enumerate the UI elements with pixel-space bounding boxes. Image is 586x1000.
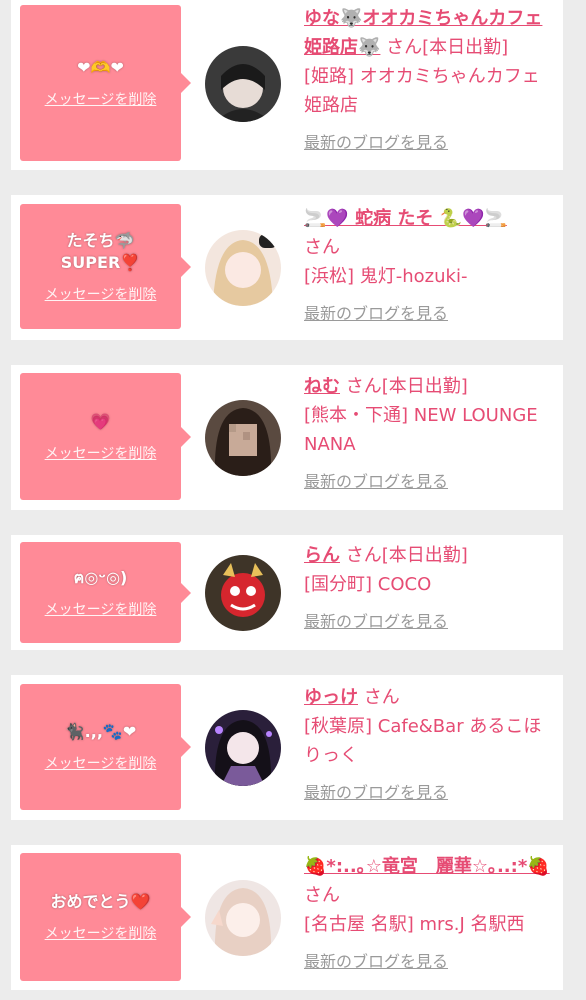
message-text: 🐈‍⬛.,,🐾❤︎	[64, 722, 137, 741]
latest-blog-link[interactable]: 最新のブログを見る	[304, 607, 448, 636]
message-bubble: ❤︎🫶❤︎ メッセージを削除	[20, 5, 191, 161]
avatar[interactable]	[205, 880, 281, 956]
message-card: たそち🦈 SUPER❣️ メッセージを削除 🚬💜 蛇病 たそ 🐍💜🚬 さん [浜…	[11, 195, 563, 340]
avatar[interactable]	[205, 46, 281, 122]
avatar[interactable]	[205, 230, 281, 306]
cast-info: 🚬💜 蛇病 たそ 🐍💜🚬 さん [浜松] 鬼灯-hozuki- 最新のブログを見…	[304, 204, 556, 328]
message-bubble: たそち🦈 SUPER❣️ メッセージを削除	[20, 204, 191, 329]
honorific: さん	[345, 376, 382, 397]
latest-blog-link[interactable]: 最新のブログを見る	[304, 778, 448, 807]
cast-name-link[interactable]: 🚬💜 蛇病 たそ 🐍💜🚬	[304, 208, 507, 229]
honorific: さん	[304, 885, 340, 906]
honorific: さん	[345, 545, 382, 566]
status-text: [本日出勤]	[381, 545, 468, 566]
message-card: 🐈‍⬛.,,🐾❤︎ メッセージを削除 ゆっけ さん [秋葉原] Cafe&Bar…	[11, 675, 563, 820]
shop-name: [浜松] 鬼灯-hozuki-	[304, 266, 468, 287]
honorific: さん	[386, 37, 423, 58]
message-bubble: 💗 メッセージを削除	[20, 373, 191, 500]
cast-info: ゆっけ さん [秋葉原] Cafe&Bar あるこほりっく 最新のブログを見る	[304, 683, 556, 807]
shop-name: [国分町] COCO	[304, 574, 432, 595]
message-bubble: おめでとう❤️ メッセージを削除	[20, 853, 191, 981]
latest-blog-link[interactable]: 最新のブログを見る	[304, 128, 448, 157]
message-bubble: 🐈‍⬛.,,🐾❤︎ メッセージを削除	[20, 684, 191, 810]
message-card: ฅ◎ᵕ◎) メッセージを削除 らん さん[本日出勤] [国分町] COCO 最新…	[11, 535, 563, 650]
latest-blog-link[interactable]: 最新のブログを見る	[304, 299, 448, 328]
shop-name: [姫路] オオカミちゃんカフェ姫路店	[304, 66, 540, 116]
status-text: [本日出勤]	[422, 37, 509, 58]
message-card: おめでとう❤️ メッセージを削除 🍓*:..｡☆竜宮 麗華☆｡..:*🍓 さん …	[11, 845, 563, 990]
message-text: たそち🦈 SUPER❣️	[60, 230, 141, 272]
delete-message-link[interactable]: メッセージを削除	[45, 89, 157, 109]
avatar[interactable]	[205, 710, 281, 786]
honorific: さん	[304, 237, 340, 258]
cast-info: らん さん[本日出勤] [国分町] COCO 最新のブログを見る	[304, 541, 556, 636]
shop-name: [秋葉原] Cafe&Bar あるこほりっく	[304, 716, 542, 766]
delete-message-link[interactable]: メッセージを削除	[45, 753, 157, 773]
message-list: ❤︎🫶❤︎ メッセージを削除 ゆな🐺オオカミちゃんカフェ姫路店🐺 さん[本日出勤…	[0, 0, 586, 1000]
message-text: ฅ◎ᵕ◎)	[73, 567, 128, 587]
message-card: ❤︎🫶❤︎ メッセージを削除 ゆな🐺オオカミちゃんカフェ姫路店🐺 さん[本日出勤…	[11, 0, 563, 170]
cast-name-link[interactable]: らん	[304, 545, 340, 566]
honorific: さん	[363, 687, 400, 708]
delete-message-link[interactable]: メッセージを削除	[45, 284, 157, 304]
cast-name-link[interactable]: ゆっけ	[304, 687, 358, 708]
status-text: [本日出勤]	[381, 376, 468, 397]
delete-message-link[interactable]: メッセージを削除	[45, 443, 157, 463]
delete-message-link[interactable]: メッセージを削除	[45, 599, 157, 619]
message-text: 💗	[90, 411, 111, 431]
avatar[interactable]	[205, 400, 281, 476]
latest-blog-link[interactable]: 最新のブログを見る	[304, 467, 448, 496]
delete-message-link[interactable]: メッセージを削除	[45, 923, 157, 943]
message-text: おめでとう❤️	[50, 892, 151, 911]
message-bubble: ฅ◎ᵕ◎) メッセージを削除	[20, 542, 191, 643]
cast-info: ゆな🐺オオカミちゃんカフェ姫路店🐺 さん[本日出勤] [姫路] オオカミちゃんカ…	[304, 4, 556, 157]
cast-name-link[interactable]: ねむ	[304, 376, 340, 397]
shop-name: [熊本・下通] NEW LOUNGE NANA	[304, 405, 538, 455]
cast-info: 🍓*:..｡☆竜宮 麗華☆｡..:*🍓 さん [名古屋 名駅] mrs.J 名駅…	[304, 852, 556, 976]
cast-info: ねむ さん[本日出勤] [熊本・下通] NEW LOUNGE NANA 最新のブ…	[304, 372, 556, 496]
message-card: 💗 メッセージを削除 ねむ さん[本日出勤] [熊本・下通] NEW LOUNG…	[11, 365, 563, 510]
avatar[interactable]	[205, 555, 281, 631]
shop-name: [名古屋 名駅] mrs.J 名駅西	[304, 914, 525, 935]
cast-name-link[interactable]: 🍓*:..｡☆竜宮 麗華☆｡..:*🍓	[304, 856, 550, 877]
latest-blog-link[interactable]: 最新のブログを見る	[304, 947, 448, 976]
message-text: ❤︎🫶❤︎	[77, 58, 124, 77]
